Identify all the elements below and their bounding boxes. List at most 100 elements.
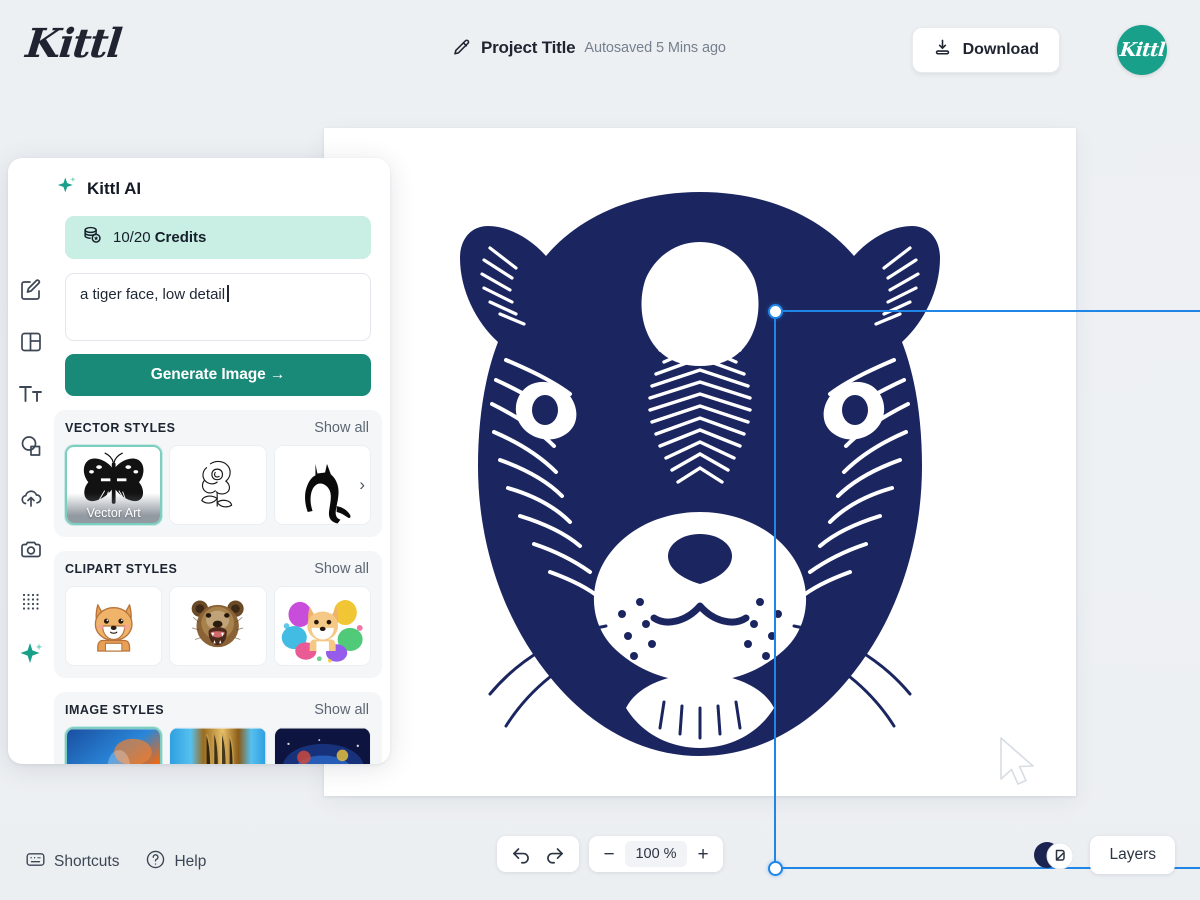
layers-button-label: Layers <box>1109 846 1156 863</box>
style-card-vector-art[interactable]: Vector Art <box>65 445 163 525</box>
rose-line-thumbnail <box>170 446 266 524</box>
text-icon <box>18 382 44 406</box>
pencil-icon <box>452 38 472 58</box>
layers-button[interactable]: Layers <box>1090 836 1175 874</box>
design-canvas[interactable] <box>324 128 1200 876</box>
kittl-ai-panel: Kittl AI 10/20 Credits a tiger face, low… <box>8 158 390 764</box>
download-icon <box>933 38 952 62</box>
redo-button[interactable] <box>545 844 565 864</box>
download-button[interactable]: Download <box>911 27 1060 73</box>
credits-badge[interactable]: 10/20 Credits <box>65 216 371 259</box>
cat-silhouette-thumbnail <box>274 446 371 524</box>
coins-icon <box>81 224 103 251</box>
arrow-right-icon: → <box>269 366 286 383</box>
bottom-left-group: Shortcuts Help <box>25 849 206 875</box>
zoom-control: − 100 % + <box>589 836 723 872</box>
corgi-watercolor-thumbnail <box>274 587 370 665</box>
style-section-image: IMAGE STYLES Show all <box>54 692 382 764</box>
layout-icon <box>19 330 43 354</box>
question-circle-icon <box>145 849 166 875</box>
artboard-artwork[interactable] <box>324 128 1076 796</box>
section-title: CLIPART STYLES <box>65 562 178 576</box>
zoom-level-value[interactable]: 100 % <box>625 841 687 867</box>
section-title: VECTOR STYLES <box>65 421 176 435</box>
page-title[interactable]: Project Title <box>481 38 576 58</box>
section-header: VECTOR STYLES Show all <box>65 420 371 436</box>
shortcuts-button[interactable]: Shortcuts <box>25 849 119 875</box>
text-caret <box>227 285 229 302</box>
bottom-right-group: Layers <box>1030 836 1175 874</box>
style-section-vector: VECTOR STYLES Show all Vector Art › <box>54 410 382 537</box>
style-card-image-2[interactable] <box>169 727 267 764</box>
zoom-in-button[interactable]: + <box>689 840 717 868</box>
uploads-tool[interactable] <box>17 484 45 512</box>
shapes-tool[interactable] <box>17 432 45 460</box>
document-title-group[interactable]: Project Title Autosaved 5 Mins ago <box>452 38 726 58</box>
autosave-status: Autosaved 5 Mins ago <box>584 40 726 56</box>
generate-button-label: Generate Image <box>150 366 266 383</box>
style-card-label: Vector Art <box>67 493 161 523</box>
style-card-silhouette[interactable] <box>273 445 372 525</box>
shapes-icon <box>19 434 43 458</box>
style-card-list <box>65 727 372 764</box>
credits-text: 10/20 Credits <box>113 229 206 246</box>
section-header: CLIPART STYLES Show all <box>65 561 371 577</box>
kittl-logo[interactable]: Kittl <box>24 20 124 67</box>
golden-texture-thumbnail <box>170 728 266 764</box>
dark-light-toggle[interactable] <box>1030 838 1076 872</box>
help-button[interactable]: Help <box>145 849 206 875</box>
grid-dots-icon <box>19 590 43 614</box>
keyboard-icon <box>25 849 46 875</box>
credits-label: Credits <box>154 229 207 246</box>
download-button-label: Download <box>962 41 1039 58</box>
style-card-list: Vector Art › <box>65 445 372 525</box>
style-card-list <box>65 586 371 666</box>
pencil-square-icon <box>19 278 43 302</box>
templates-tool[interactable] <box>17 328 45 356</box>
kittl-editor-window: Kittl Project Title Autosaved 5 Mins ago… <box>0 0 1200 900</box>
fire-ice-thumbnail <box>67 729 161 764</box>
corgi-cartoon-thumbnail <box>66 587 162 665</box>
text-tool[interactable] <box>17 380 45 408</box>
undo-button[interactable] <box>511 844 531 864</box>
style-section-clipart: CLIPART STYLES Show all <box>54 551 382 678</box>
app-header: Kittl Project Title Autosaved 5 Mins ago… <box>0 0 1200 100</box>
avatar[interactable]: Kittl <box>1117 25 1167 75</box>
sparkle-icon <box>56 175 78 202</box>
left-toolbar <box>10 276 52 668</box>
style-card-image-1[interactable] <box>65 727 163 764</box>
prompt-value: a tiger face, low detail <box>80 286 226 303</box>
patterns-tool[interactable] <box>17 588 45 616</box>
cosmic-scene-thumbnail <box>274 728 371 764</box>
bear-realistic-thumbnail <box>170 587 266 665</box>
style-card-image-3[interactable] <box>273 727 372 764</box>
credits-count: 10/20 <box>113 229 151 246</box>
style-card-cartoon[interactable] <box>65 586 163 666</box>
show-all-link-clipart[interactable]: Show all <box>314 561 369 577</box>
ai-tool[interactable] <box>17 640 45 668</box>
arrow-cursor <box>1000 737 1034 785</box>
show-all-link-image[interactable]: Show all <box>314 702 369 718</box>
zoom-out-button[interactable]: − <box>595 840 623 868</box>
undo-redo-group <box>497 836 579 872</box>
shortcuts-label: Shortcuts <box>54 853 120 870</box>
upload-cloud-icon <box>19 486 43 510</box>
avatar-label: Kittl <box>1118 39 1166 61</box>
ai-panel-header: Kittl AI <box>8 158 390 202</box>
section-header: IMAGE STYLES Show all <box>65 702 371 718</box>
edit-tool[interactable] <box>17 276 45 304</box>
camera-icon <box>19 538 43 562</box>
generate-image-button[interactable]: Generate Image → <box>65 354 371 396</box>
section-title: IMAGE STYLES <box>65 703 165 717</box>
photos-tool[interactable] <box>17 536 45 564</box>
resize-handle-bottom-left[interactable] <box>767 860 783 876</box>
prompt-input[interactable]: a tiger face, low detail <box>65 273 371 341</box>
help-label: Help <box>174 853 207 870</box>
style-card-watercolor[interactable] <box>273 586 371 666</box>
style-card-realistic[interactable] <box>169 586 267 666</box>
sparkle-icon <box>18 641 44 667</box>
ai-panel-title: Kittl AI <box>87 178 142 198</box>
show-all-link-vector[interactable]: Show all <box>314 420 369 436</box>
style-card-line-art[interactable] <box>169 445 267 525</box>
zoom-group: − 100 % + <box>497 836 723 872</box>
